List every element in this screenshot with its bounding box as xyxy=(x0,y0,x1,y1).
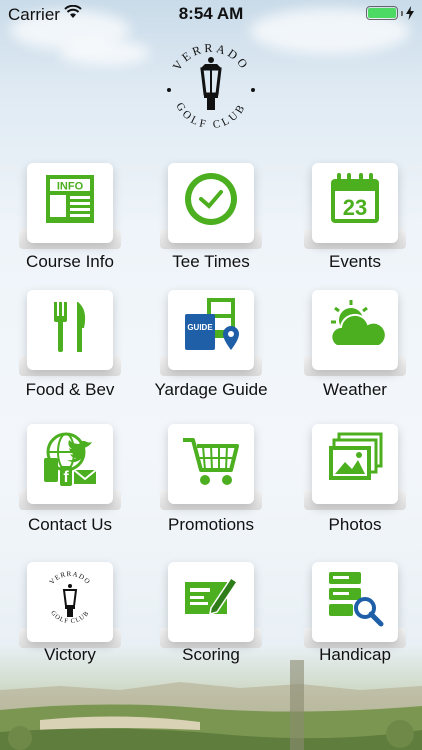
menu-tile[interactable] xyxy=(160,562,262,648)
menu-item-label: Food & Bev xyxy=(25,380,115,399)
charging-bolt-icon xyxy=(406,6,414,20)
menu-tile[interactable] xyxy=(304,562,406,648)
menu-tile[interactable]: VERRADO GOLF CLUB xyxy=(19,562,121,648)
svg-text:f: f xyxy=(63,469,69,486)
menu-tile[interactable] xyxy=(304,290,406,376)
menu-item-label: Yardage Guide xyxy=(154,380,268,399)
menu-item-label: Weather xyxy=(323,380,387,399)
menu-tile[interactable]: GUIDE xyxy=(160,290,262,376)
battery-fill xyxy=(368,8,396,18)
status-bar: Carrier 8:54 AM xyxy=(0,0,422,28)
menu-tile[interactable] xyxy=(160,163,262,249)
landscape-background xyxy=(0,660,422,750)
menu-tile[interactable]: INFO xyxy=(19,163,121,249)
victory-logo-top: VERRADO xyxy=(48,570,91,586)
menu-item-label: Course Info xyxy=(26,252,114,271)
menu-tile[interactable] xyxy=(160,424,262,510)
menu-tile[interactable] xyxy=(19,290,121,376)
menu-tile[interactable]: 23 xyxy=(304,163,406,249)
club-logo: VERRADO GOLF CLUB xyxy=(161,38,261,134)
menu-item-label: Events xyxy=(329,252,381,271)
clock-time: 8:54 AM xyxy=(178,4,244,23)
guide-icon-text: GUIDE xyxy=(187,323,213,332)
menu-item-label: Contact Us xyxy=(27,515,113,534)
cloud xyxy=(60,40,150,66)
svg-text:VERRADO: VERRADO xyxy=(48,570,92,586)
info-icon-text: INFO xyxy=(57,181,84,193)
menu-item-label: Promotions xyxy=(168,515,254,534)
menu-tile[interactable] xyxy=(304,424,406,510)
menu-item-label: Photos xyxy=(328,515,382,534)
menu-tile[interactable]: f xyxy=(19,424,121,510)
battery-indicator xyxy=(366,6,414,20)
lantern-icon xyxy=(200,57,222,110)
calendar-day-text: 23 xyxy=(343,195,367,220)
menu-item-label: Tee Times xyxy=(172,252,250,271)
